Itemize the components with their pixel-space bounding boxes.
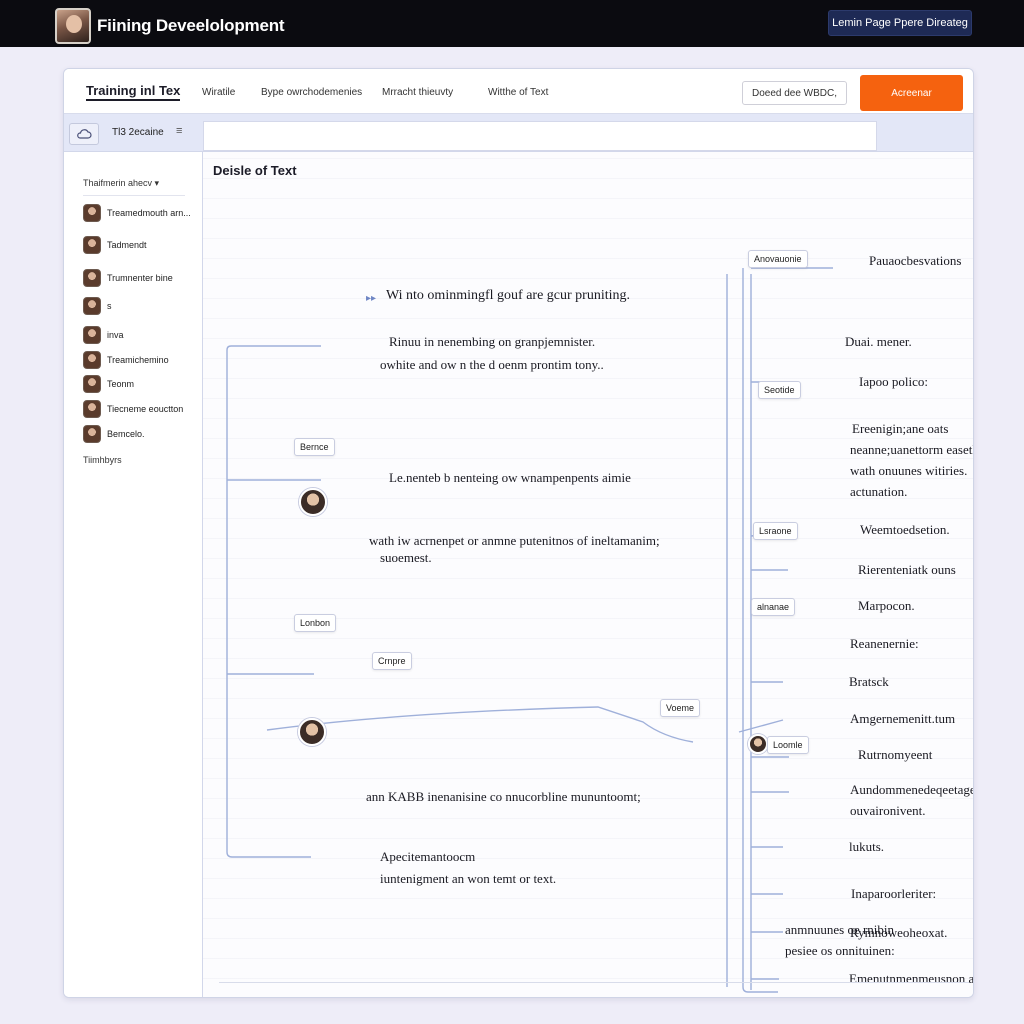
text-line: owhite and ow n the d oenm prontim tony.… <box>380 357 604 372</box>
sidebar-header[interactable]: Thaifmerin ahecv ▾ <box>83 178 185 196</box>
text-line: Rinuu in nenembing on granpjemnister. <box>389 334 596 349</box>
diagram-label: ouvaironivent. <box>850 803 926 818</box>
text-line: Wi nto ominmingfl gouf are gcur prunitin… <box>386 288 631 303</box>
top-bar: Fiining Deveelolopment Lemin Page Ppere … <box>0 0 1024 47</box>
nav-link-1[interactable]: Wiratile <box>202 87 235 98</box>
avatar <box>83 269 101 287</box>
text-line: wath iw acrnenpet or anmne putenitnos of… <box>369 533 660 548</box>
node-tag[interactable]: Loomle <box>767 736 809 754</box>
diagram-label: Weemtoedsetion. <box>860 522 950 537</box>
sidebar-footer-link[interactable]: Tiimhbyrs <box>83 455 122 465</box>
cloud-icon[interactable] <box>69 123 99 145</box>
avatar <box>83 236 101 254</box>
avatar <box>83 297 101 315</box>
diagram-label: Rierenteniatk ouns <box>858 562 956 577</box>
diagram-label: Ereenigin;ane oats <box>852 421 949 436</box>
sidebar-item-label: Tiecneme eouctton <box>107 404 184 414</box>
sidebar-item[interactable]: Treamedmouth arn... <box>83 204 191 222</box>
diagram-label: Emenutnmenmeusnon ann <box>849 971 974 986</box>
document-title-input[interactable] <box>203 121 877 151</box>
node-avatar[interactable] <box>748 734 768 754</box>
diagram-label: Marpocon. <box>858 598 915 613</box>
avatar <box>83 375 101 393</box>
menu-icon[interactable]: ≡ <box>176 125 182 137</box>
sidebar-item[interactable]: Trumnenter bine <box>83 269 173 287</box>
sidebar: Thaifmerin ahecv ▾ Treamedmouth arn... T… <box>64 152 203 997</box>
diagram-label: Iapoo polico: <box>859 374 928 389</box>
sidebar-item[interactable]: inva <box>83 326 124 344</box>
arrow-icon: ▸▸ <box>366 293 377 304</box>
diagram-canvas: Deisle of Text ▸▸ Wi nto ominmingfl gouf… <box>203 152 974 997</box>
text-line: suoemest. <box>380 550 432 565</box>
diagram-label: Rutrnomyeent <box>858 747 933 762</box>
node-tag[interactable]: alnanae <box>751 598 796 616</box>
sidebar-item-label: s <box>107 301 112 311</box>
diagram-label: lukuts. <box>849 839 885 854</box>
divider <box>219 982 969 983</box>
diagram-label: Pauaocbesvations <box>869 253 962 268</box>
primary-action-button[interactable]: Acreenar <box>860 75 963 111</box>
diagram-label: Duai. mener. <box>845 334 912 349</box>
diagram-label: Aundommenedeqeetages, <box>850 782 974 797</box>
nav-link-2[interactable]: Bype owrchodemenies <box>261 87 362 98</box>
diagram-label: Bratsck <box>849 674 889 689</box>
diagram-label: pesiee os onnituinen: <box>785 943 895 958</box>
diagram-label: Reanenernie: <box>850 636 919 651</box>
sidebar-item[interactable]: s <box>83 297 112 315</box>
sidebar-item[interactable]: Tadmendt <box>83 236 147 254</box>
nav-link-4[interactable]: Witthe of Text <box>488 87 548 98</box>
text-line: iuntenigment an won temt or text. <box>380 871 557 886</box>
sidebar-item-label: Trumnenter bine <box>107 273 173 283</box>
app-logo-avatar <box>55 8 91 44</box>
node-tag[interactable]: Seotide <box>758 381 801 399</box>
sidebar-item-label: Treamichemino <box>107 355 169 365</box>
sidebar-item[interactable]: Treamichemino <box>83 351 169 369</box>
diagram-label: neanne;uanettorm easetha <box>850 442 974 457</box>
sidebar-item[interactable]: Teonm <box>83 375 134 393</box>
sidebar-item-label: Treamedmouth arn... <box>107 208 191 218</box>
sidebar-item-label: Bemcelo. <box>107 429 145 439</box>
avatar <box>83 400 101 418</box>
sidebar-item-label: Tadmendt <box>107 240 147 250</box>
diagram-label: anmnuunes oe rnibin <box>785 922 895 937</box>
main-window: Training inl Tex Wiratile Bype owrchodem… <box>63 68 974 998</box>
diagram-label: Inaparoorleriter: <box>851 886 937 901</box>
top-right-button[interactable]: Lemin Page Ppere Direateg <box>828 10 972 36</box>
window-title[interactable]: Training inl Tex <box>86 83 181 101</box>
avatar <box>83 351 101 369</box>
nav-link-3[interactable]: Mrracht thieuvty <box>382 87 453 98</box>
avatar <box>83 425 101 443</box>
node-tag[interactable]: Crnpre <box>372 652 412 670</box>
diagram-label: Amgernemenitt.tum <box>850 711 956 726</box>
app-title: Fiining Deveelolopment <box>97 16 285 35</box>
sidebar-item-label: inva <box>107 330 124 340</box>
node-tag[interactable]: Lsraone <box>753 522 798 540</box>
sidebar-item[interactable]: Bemcelo. <box>83 425 145 443</box>
sidebar-item-label: Teonm <box>107 379 135 389</box>
diagram-label: wath onuunes witiries. <box>850 463 968 478</box>
node-tag[interactable]: Bernce <box>294 438 335 456</box>
avatar <box>83 204 101 222</box>
node-tag[interactable]: Anovauonie <box>748 250 808 268</box>
diagram-label: actunation. <box>850 484 908 499</box>
sidebar-item[interactable]: Tiecneme eouctton <box>83 400 183 418</box>
node-avatar[interactable] <box>299 488 327 516</box>
text-line: Le.nenteb b nenteing ow wnampenpents aim… <box>389 470 631 485</box>
text-line: Apecitemantoocm <box>380 849 476 864</box>
node-tag[interactable]: Voeme <box>660 699 701 717</box>
text-line: ann KABB inenanisine co nnucorbline munu… <box>366 789 641 804</box>
avatar <box>83 326 101 344</box>
window-header: Training inl Tex Wiratile Bype owrchodem… <box>64 69 973 114</box>
node-tag[interactable]: Lonbon <box>294 614 337 632</box>
toolbar-label: Tl3 2ecaine <box>112 127 164 138</box>
node-avatar[interactable] <box>298 718 326 746</box>
search-input[interactable]: Doeed dee WBDC, <box>742 81 847 105</box>
